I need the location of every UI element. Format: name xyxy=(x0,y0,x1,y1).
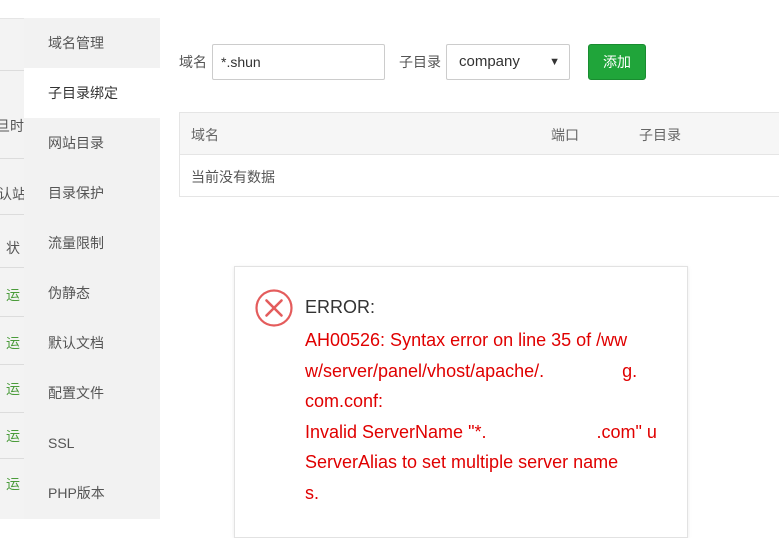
divider xyxy=(0,267,24,268)
error-line: s. xyxy=(305,482,320,503)
background-text: 状 xyxy=(6,240,20,256)
error-line-text: .com" u xyxy=(596,421,657,442)
error-line-text: Invalid ServerName "*. xyxy=(305,421,487,442)
background-status-text: 运 xyxy=(6,287,20,303)
sidebar-item-domain-management[interactable]: 域名管理 xyxy=(24,18,160,68)
column-header-subdirectory[interactable]: 子目录 xyxy=(639,125,681,145)
sidebar-item-default-document[interactable]: 默认文档 xyxy=(24,318,160,368)
sidebar-item-label: 域名管理 xyxy=(48,35,104,51)
divider xyxy=(0,214,24,215)
subdirectory-selected-value: company xyxy=(459,53,520,70)
sidebar-item-label: SSL xyxy=(48,435,75,451)
error-title: ERROR: xyxy=(305,297,376,317)
background-status-text: 运 xyxy=(6,476,20,492)
divider xyxy=(0,158,24,159)
error-line: com.conf: xyxy=(305,391,384,411)
domain-label: 域名 xyxy=(179,54,207,70)
subdirectory-select[interactable]: company ▼ xyxy=(446,44,570,80)
column-header-port[interactable]: 端口 xyxy=(551,125,579,145)
table-empty-row: 当前没有数据 xyxy=(180,155,779,196)
bind-form: 域名 子目录 company ▼ 添加 xyxy=(179,44,646,80)
sidebar-item-php-version[interactable]: PHP版本 xyxy=(24,468,160,518)
divider xyxy=(0,70,24,71)
sidebar-item-label: 子目录绑定 xyxy=(48,85,118,101)
divider xyxy=(0,316,24,317)
divider xyxy=(0,458,24,459)
column-header-domain[interactable]: 域名 xyxy=(191,125,219,145)
dialog-title-bar xyxy=(0,0,779,19)
divider xyxy=(0,364,24,365)
divider xyxy=(0,412,24,413)
sidebar-item-label: 配置文件 xyxy=(48,385,104,401)
background-text: 旦时 xyxy=(0,118,24,134)
background-page-strip: 旦时 认站 状 运 运 运 运 运 xyxy=(0,0,24,519)
error-dialog: ERROR: AH00526: Syntax error on line 35 … xyxy=(234,266,688,538)
error-icon xyxy=(255,289,293,327)
sidebar-item-label: 网站目录 xyxy=(48,135,104,151)
add-button[interactable]: 添加 xyxy=(588,44,646,80)
sidebar-item-label: PHP版本 xyxy=(48,485,105,501)
error-line: ServerAlias to set multiple server name xyxy=(305,452,619,472)
background-status-text: 运 xyxy=(6,335,20,351)
sidebar-item-ssl[interactable]: SSL xyxy=(24,418,160,468)
sidebar-item-subdirectory-binding[interactable]: 子目录绑定 xyxy=(24,68,160,118)
sidebar-item-label: 流量限制 xyxy=(48,235,104,251)
background-status-text: 运 xyxy=(6,381,20,397)
domain-input[interactable] xyxy=(212,44,385,80)
sidebar-item-label: 目录保护 xyxy=(48,185,104,201)
sidebar-item-label: 默认文档 xyxy=(48,335,104,351)
table-header: 域名 端口 子目录 xyxy=(180,113,779,155)
error-line: Invalid ServerName "*. .com" u xyxy=(305,417,665,448)
empty-state-text: 当前没有数据 xyxy=(191,169,275,185)
subdirectory-label: 子目录 xyxy=(399,54,441,70)
sidebar-item-directory-protection[interactable]: 目录保护 xyxy=(24,168,160,218)
settings-sidebar: 域名管理 子目录绑定 网站目录 目录保护 流量限制 伪静态 默认文档 配置文件 … xyxy=(24,18,160,519)
error-line-text: g. xyxy=(622,360,638,381)
caret-down-icon: ▼ xyxy=(549,56,560,68)
sidebar-item-config-file[interactable]: 配置文件 xyxy=(24,368,160,418)
binding-table: 域名 端口 子目录 当前没有数据 xyxy=(179,112,779,197)
error-message: AH00526: Syntax error on line 35 of /ww … xyxy=(305,325,665,508)
error-line: w/server/panel/vhost/apache/. g. xyxy=(305,356,665,387)
error-line: AH00526: Syntax error on line 35 of /ww xyxy=(305,330,628,350)
sidebar-item-traffic-limit[interactable]: 流量限制 xyxy=(24,218,160,268)
sidebar-item-site-directory[interactable]: 网站目录 xyxy=(24,118,160,168)
background-status-text: 运 xyxy=(6,428,20,444)
background-text: 认站 xyxy=(0,186,24,202)
sidebar-item-label: 伪静态 xyxy=(48,285,90,301)
sidebar-item-rewrite[interactable]: 伪静态 xyxy=(24,268,160,318)
error-line-text: w/server/panel/vhost/apache/. xyxy=(305,360,545,381)
